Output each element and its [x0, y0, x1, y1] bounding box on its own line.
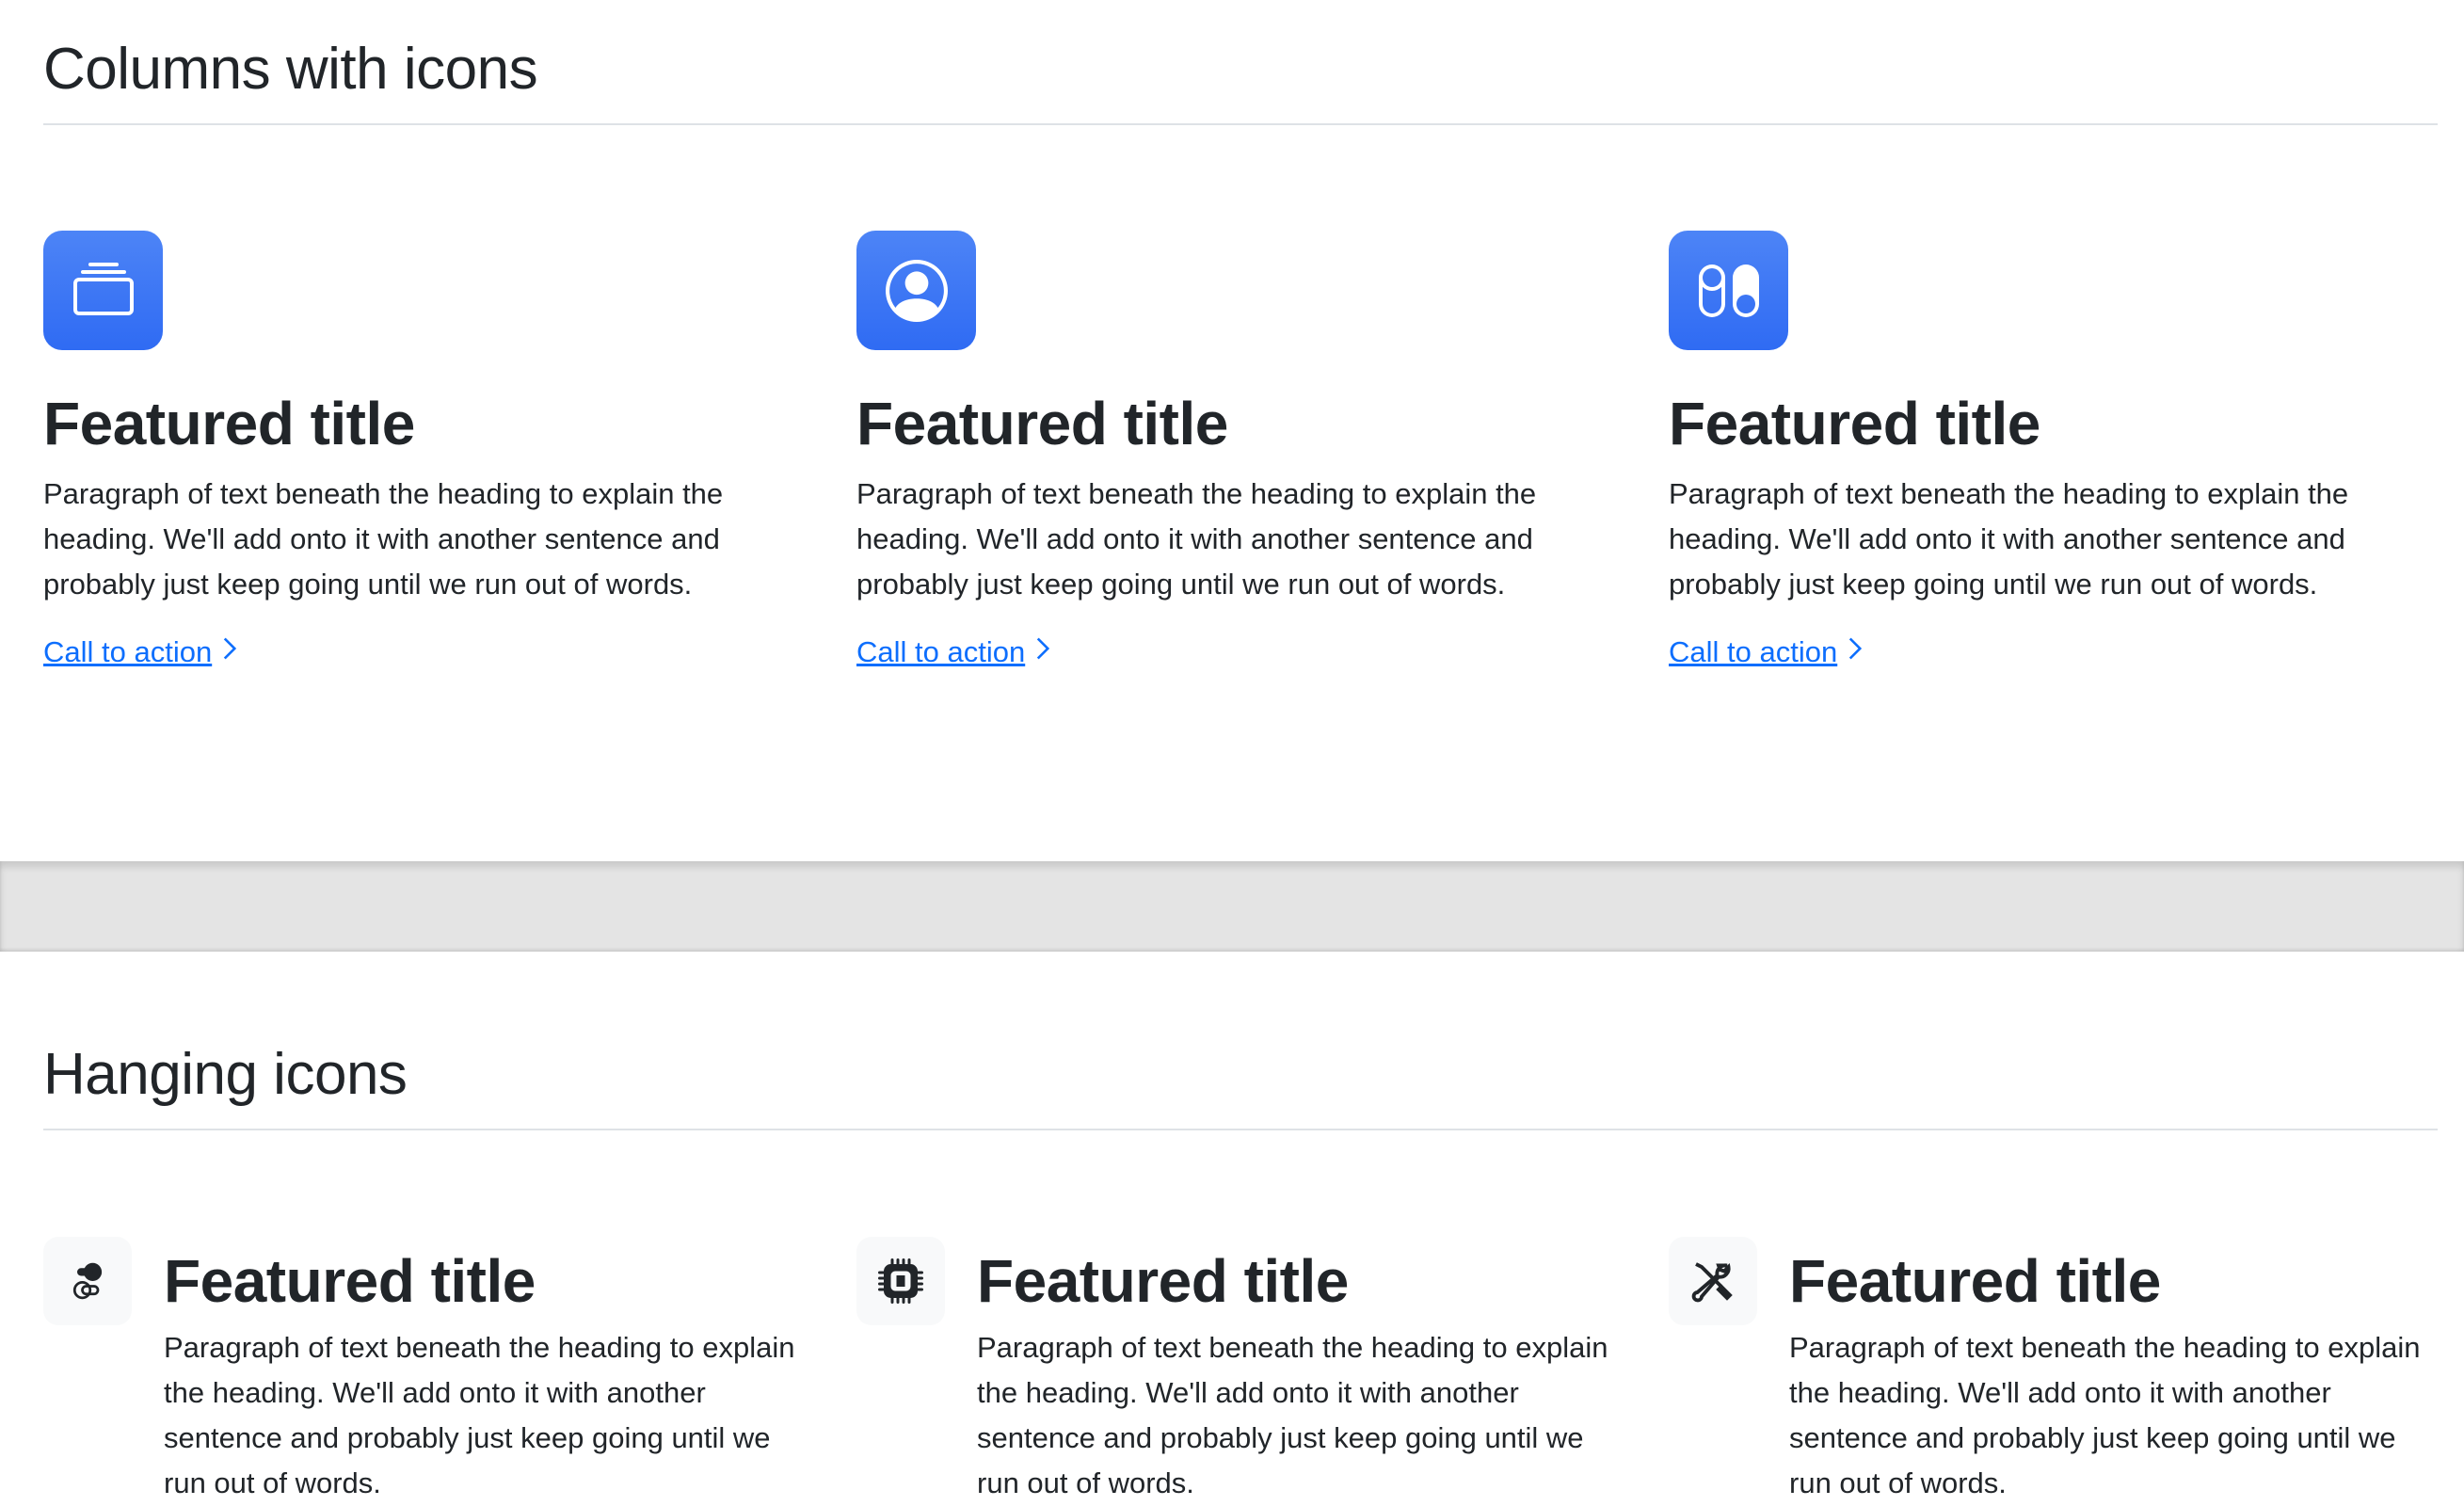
feature-text: Paragraph of text beneath the heading to…: [1789, 1331, 2421, 1499]
feature-column: Featured title Paragraph of text beneath…: [1669, 231, 2422, 669]
cta-label: Call to action: [43, 634, 213, 668]
section-heading: Hanging icons: [43, 1042, 408, 1107]
chevron-right-icon: [1034, 635, 1051, 669]
divider: [43, 123, 2438, 125]
call-to-action-link[interactable]: Call to action: [856, 635, 1051, 669]
cpu-icon: [856, 1237, 945, 1325]
toggles-icon: [43, 1237, 132, 1325]
chevron-right-icon: [1847, 635, 1864, 669]
tools-icon: [1669, 1237, 1757, 1325]
hanging-feature: Featured title Paragraph of text beneath…: [1669, 1237, 2440, 1506]
feature-title: Featured title: [977, 1247, 1349, 1315]
divider: [43, 1129, 2438, 1130]
feature-column: Featured title Paragraph of text beneath…: [856, 231, 1609, 669]
section-divider-band: [0, 861, 2464, 952]
feature-column: Featured title Paragraph of text beneath…: [43, 231, 796, 669]
call-to-action-link[interactable]: Call to action: [1669, 635, 1864, 669]
cta-label: Call to action: [856, 634, 1026, 668]
feature-title: Featured title: [164, 1247, 536, 1315]
chevron-right-icon: [221, 635, 238, 669]
person-circle-icon: [856, 231, 976, 350]
feature-text: Paragraph of text beneath the heading to…: [856, 476, 1537, 601]
toggles-icon: [1669, 231, 1788, 350]
feature-text: Paragraph of text beneath the heading to…: [977, 1331, 1608, 1499]
hanging-feature: Featured title Paragraph of text beneath…: [43, 1237, 815, 1506]
feature-title: Featured title: [1669, 390, 2040, 457]
collection-icon: [43, 231, 163, 350]
feature-text: Paragraph of text beneath the heading to…: [1669, 476, 2349, 601]
feature-title: Featured title: [43, 390, 415, 457]
cta-label: Call to action: [1669, 634, 1838, 668]
feature-title: Featured title: [856, 390, 1228, 457]
section-heading: Columns with icons: [43, 37, 538, 102]
feature-text: Paragraph of text beneath the heading to…: [43, 476, 724, 601]
feature-text: Paragraph of text beneath the heading to…: [164, 1331, 795, 1499]
hanging-feature: Featured title Paragraph of text beneath…: [856, 1237, 1628, 1506]
feature-title: Featured title: [1789, 1247, 2161, 1315]
call-to-action-link[interactable]: Call to action: [43, 635, 238, 669]
